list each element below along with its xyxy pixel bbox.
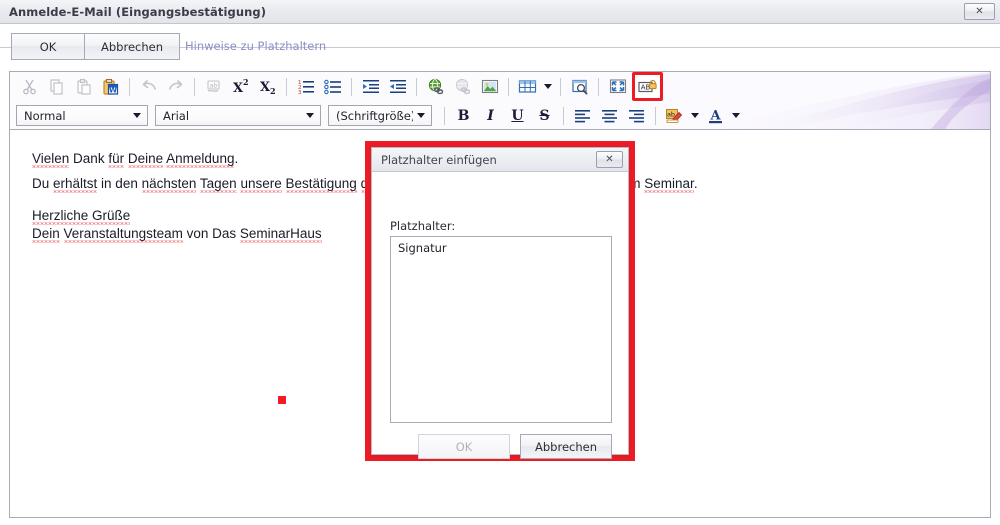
highlight-color-icon[interactable]: ab: [662, 104, 687, 127]
toolbar-separator: [129, 77, 130, 96]
toolbar-separator: [508, 77, 509, 96]
chevron-down-icon: [544, 84, 552, 89]
dialog-ok-button[interactable]: OK: [418, 434, 510, 459]
toolbar-row-formatting: Normal Arial (Schriftgröße) B I U S ab A: [10, 101, 990, 129]
remove-link-icon[interactable]: [450, 75, 475, 98]
svg-text:2: 2: [270, 86, 276, 95]
dialog-title: Platzhalter einfügen: [381, 152, 497, 167]
font-size-value: (Schriftgröße): [336, 108, 413, 123]
align-left-button[interactable]: [570, 104, 595, 127]
paragraph-signoff: Dein Veranstaltungsteam von Das SeminarH…: [32, 226, 322, 241]
toolbar-row-primary: W ab X 2 X 2 1 2 3 AB: [10, 72, 990, 101]
paste-from-word-icon[interactable]: W: [98, 75, 123, 98]
numbered-list-icon[interactable]: 1 2 3: [293, 75, 318, 98]
toolbar-separator: [444, 106, 445, 125]
underline-button[interactable]: U: [505, 104, 530, 127]
close-icon[interactable]: ✕: [596, 151, 623, 168]
svg-text:3: 3: [298, 90, 302, 95]
toolbar-separator: [416, 77, 417, 96]
align-right-button[interactable]: [624, 104, 649, 127]
paragraph-greeting: Herzliche Grüße: [32, 208, 131, 223]
paragraph-style-value: Normal: [24, 108, 66, 123]
toolbar-separator: [560, 77, 561, 96]
bold-button[interactable]: B: [451, 104, 476, 127]
editor-toolbar: W ab X 2 X 2 1 2 3 AB Normal Arial (Schr…: [10, 72, 990, 130]
dialog-cancel-button[interactable]: Abbrechen: [520, 434, 612, 459]
dialog-button-row: OK Abbrechen: [372, 434, 630, 459]
chevron-down-icon: [732, 113, 740, 118]
insert-placeholder-icon[interactable]: AB: [632, 72, 663, 101]
font-size-select[interactable]: (Schriftgröße): [328, 105, 432, 126]
svg-text:ab: ab: [667, 111, 675, 119]
italic-button[interactable]: I: [478, 104, 503, 127]
paragraph-thanks: Vielen Dank für Deine Anmeldung.: [32, 151, 239, 166]
annotation-marker: [278, 396, 286, 404]
svg-text:ab: ab: [209, 82, 217, 90]
bulleted-list-icon[interactable]: [320, 75, 345, 98]
svg-text:AB: AB: [641, 84, 651, 92]
svg-text:2: 2: [243, 78, 249, 87]
toolbar-separator: [563, 106, 564, 125]
font-color-dropdown-caret[interactable]: [729, 104, 743, 127]
indent-decrease-icon[interactable]: [385, 75, 410, 98]
cut-icon[interactable]: [17, 75, 42, 98]
paste-icon[interactable]: [71, 75, 96, 98]
copy-icon[interactable]: [44, 75, 69, 98]
command-button-group: OK Abbrechen: [11, 33, 180, 60]
strikethrough-button[interactable]: S: [532, 104, 557, 127]
toolbar-separator: [655, 106, 656, 125]
list-item[interactable]: Signatur: [391, 237, 611, 255]
chevron-down-icon: [691, 113, 699, 118]
highlight-color-dropdown-caret[interactable]: [688, 104, 702, 127]
font-family-value: Arial: [163, 108, 190, 123]
insert-table-icon[interactable]: [515, 75, 540, 98]
placeholder-listbox[interactable]: Signatur: [390, 236, 612, 423]
toolbar-separator: [194, 77, 195, 96]
font-family-select[interactable]: Arial: [155, 105, 321, 126]
window-title: Anmelde-E-Mail (Eingangsbestätigung): [9, 4, 267, 19]
toolbar-separator: [598, 77, 599, 96]
subscript-icon[interactable]: X 2: [255, 75, 280, 98]
redo-icon[interactable]: [163, 75, 188, 98]
svg-text:W: W: [109, 86, 118, 95]
window-titlebar: Anmelde-E-Mail (Eingangsbestätigung) ✕: [0, 0, 1000, 24]
dialog-body: Platzhalter: Signatur OK Abbrechen: [372, 172, 628, 459]
align-center-button[interactable]: [597, 104, 622, 127]
command-bar: OK Abbrechen Hinweise zu Platzhaltern: [0, 24, 1000, 60]
ok-button[interactable]: OK: [12, 34, 84, 59]
indent-increase-icon[interactable]: [358, 75, 383, 98]
superscript-icon[interactable]: X 2: [228, 75, 253, 98]
placeholder-hints-link[interactable]: Hinweise zu Platzhaltern: [185, 39, 326, 53]
insert-placeholder-dialog: Platzhalter einfügen ✕ Platzhalter: Sign…: [371, 147, 629, 459]
placeholder-field-label: Platzhalter:: [390, 219, 456, 233]
paragraph-style-select[interactable]: Normal: [16, 105, 148, 126]
editor-window: Anmelde-E-Mail (Eingangsbestätigung) ✕ O…: [0, 0, 1000, 525]
insert-image-icon[interactable]: [477, 75, 502, 98]
chevron-down-icon: [413, 113, 429, 118]
source-view-icon[interactable]: [567, 75, 592, 98]
cancel-button[interactable]: Abbrechen: [84, 34, 179, 59]
insert-link-icon[interactable]: [423, 75, 448, 98]
chevron-down-icon: [129, 113, 145, 118]
font-color-icon[interactable]: A: [703, 104, 728, 127]
table-dropdown-caret[interactable]: [541, 75, 555, 98]
toolbar-separator: [286, 77, 287, 96]
dialog-titlebar: Platzhalter einfügen ✕: [372, 148, 628, 172]
undo-icon[interactable]: [136, 75, 161, 98]
toolbar-separator: [351, 77, 352, 96]
spellcheck-icon[interactable]: ab: [201, 75, 226, 98]
chevron-down-icon: [302, 113, 318, 118]
close-icon[interactable]: ✕: [964, 3, 995, 20]
fullscreen-icon[interactable]: [605, 75, 630, 98]
